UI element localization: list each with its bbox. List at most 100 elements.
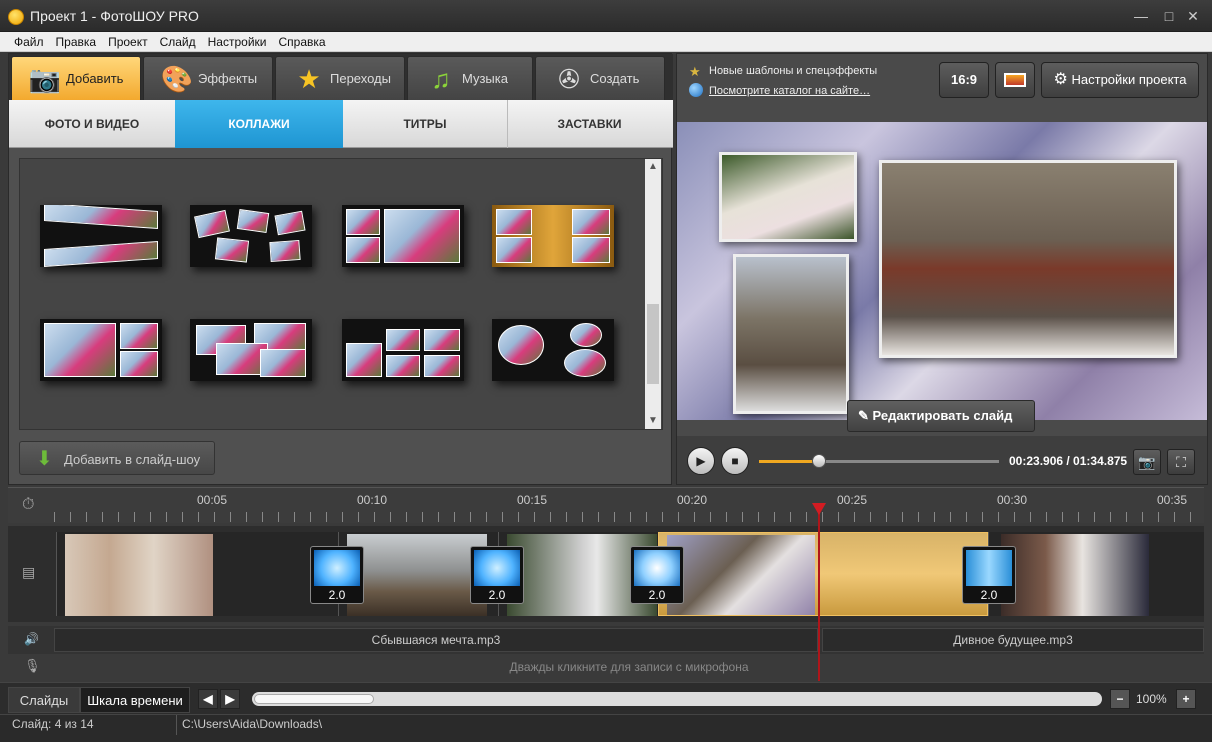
- sub-tabs: ФОТО И ВИДЕО КОЛЛАЖИ ТИТРЫ ЗАСТАВКИ: [9, 100, 673, 148]
- speaker-icon: 🔊: [24, 632, 39, 646]
- transition-duration: 2.0: [488, 588, 506, 602]
- left-panel: 📷 Добавить 🎨 Эффекты ★ Переходы ♫ Музыка…: [8, 53, 673, 485]
- menu-slide[interactable]: Слайд: [154, 32, 202, 52]
- transition-thumb[interactable]: 2.0: [470, 546, 524, 604]
- photo-bride-bouquet: [719, 152, 857, 242]
- collage-template[interactable]: [40, 319, 162, 381]
- minimize-button[interactable]: —: [1130, 6, 1152, 26]
- tab-timeline[interactable]: Шкала времени: [80, 687, 190, 713]
- zoom-in-button[interactable]: +: [1176, 689, 1196, 709]
- timeline-scrollbar[interactable]: [252, 692, 1102, 706]
- project-settings-button[interactable]: ⚙ Настройки проекта: [1041, 62, 1199, 98]
- tab-create[interactable]: ✇ Создать: [535, 56, 665, 100]
- ruler-label: 00:10: [357, 493, 388, 507]
- tab-slides[interactable]: Слайды: [8, 687, 80, 713]
- collage-template[interactable]: [40, 205, 162, 267]
- globe-icon: [689, 83, 703, 97]
- maximize-button[interactable]: □: [1158, 6, 1180, 26]
- timecode: 00:23.906 / 01:34.875: [1009, 454, 1128, 468]
- audio-clip[interactable]: Дивное будущее.mp3: [822, 628, 1204, 652]
- slide-counter: Слайд: 4 из 14: [12, 717, 94, 731]
- ruler-label: 00:30: [997, 493, 1028, 507]
- star-icon: ★: [297, 63, 321, 94]
- transition-duration: 2.0: [328, 588, 346, 602]
- collage-gallery: [19, 158, 663, 430]
- transition-thumb[interactable]: 2.0: [310, 546, 364, 604]
- timeline-scroll-thumb[interactable]: [254, 694, 374, 704]
- audio-clip[interactable]: Сбывшаяся мечта.mp3: [54, 628, 818, 652]
- gallery-scrollbar[interactable]: ▲ ▼: [645, 159, 661, 429]
- collage-template[interactable]: [342, 205, 464, 267]
- tab-label: Переходы: [330, 71, 391, 86]
- zoom-level: 100%: [1136, 692, 1167, 706]
- seek-bar[interactable]: [759, 454, 999, 468]
- menu-bar: Файл Правка Проект Слайд Настройки Справка: [0, 32, 1212, 52]
- mic-track[interactable]: 🎙 Дважды кликните для записи с микрофона: [8, 654, 1204, 680]
- timeline-slide[interactable]: [56, 532, 338, 616]
- subtab-intros[interactable]: ЗАСТАВКИ: [507, 100, 671, 148]
- background-button[interactable]: [995, 62, 1035, 98]
- timeline-ruler[interactable]: ⏱ 00:05 00:10 00:15 00:20 00:25 00:30 00…: [8, 487, 1204, 523]
- collage-template[interactable]: [342, 319, 464, 381]
- scroll-down-icon[interactable]: ▼: [648, 415, 658, 426]
- catalog-link[interactable]: Посмотрите каталог на сайте…: [709, 85, 870, 97]
- transition-thumb[interactable]: 2.0: [630, 546, 684, 604]
- tab-add[interactable]: 📷 Добавить: [11, 56, 141, 100]
- preview-panel: ★ Новые шаблоны и спецэффекты Посмотрите…: [676, 53, 1208, 485]
- title-bar: Проект 1 - ФотоШОУ PRO — □ ✕: [0, 0, 1212, 32]
- menu-help[interactable]: Справка: [272, 32, 331, 52]
- film-reel-icon: ✇: [558, 63, 580, 94]
- collage-template[interactable]: [492, 319, 614, 381]
- zoom-out-button[interactable]: −: [1110, 689, 1130, 709]
- playhead[interactable]: [818, 505, 820, 681]
- menu-edit[interactable]: Правка: [50, 32, 103, 52]
- transition-thumb[interactable]: 2.0: [962, 546, 1016, 604]
- scroll-up-icon[interactable]: ▲: [648, 161, 658, 172]
- seek-handle[interactable]: [812, 454, 826, 468]
- photo-church-couple: [733, 254, 849, 414]
- play-button[interactable]: ▶: [687, 447, 715, 475]
- video-track: ▤ 2.0 2.0 2.0 2.0: [8, 526, 1204, 622]
- stop-button[interactable]: ■: [721, 447, 749, 475]
- star-icon: ★: [689, 64, 701, 79]
- scroll-right-button[interactable]: ▶: [220, 689, 240, 709]
- edit-slide-label: Редактировать слайд: [872, 408, 1013, 423]
- edit-slide-button[interactable]: ✎ Редактировать слайд: [847, 400, 1035, 432]
- timeline-slide-selected[interactable]: [658, 532, 988, 616]
- photo-church-entrance: [879, 160, 1177, 358]
- menu-settings[interactable]: Настройки: [202, 32, 273, 52]
- ruler-label: 00:35: [1157, 493, 1188, 507]
- subtab-collages[interactable]: КОЛЛАЖИ: [175, 100, 343, 148]
- arrow-left-icon: ◀: [203, 692, 213, 706]
- snapshot-button[interactable]: 📷: [1133, 449, 1161, 475]
- fullscreen-button[interactable]: ⛶: [1167, 449, 1195, 475]
- collage-template[interactable]: [190, 205, 312, 267]
- ruler-ticks: [54, 512, 1204, 522]
- scroll-thumb[interactable]: [647, 304, 659, 384]
- menu-file[interactable]: Файл: [8, 32, 50, 52]
- collage-template[interactable]: [190, 319, 312, 381]
- menu-project[interactable]: Проект: [102, 32, 154, 52]
- arrow-down-icon: ⬇: [36, 448, 53, 470]
- tab-music[interactable]: ♫ Музыка: [407, 56, 533, 100]
- collage-template[interactable]: [492, 205, 614, 267]
- subtab-titles[interactable]: ТИТРЫ: [343, 100, 507, 148]
- microphone-icon: 🎙: [24, 658, 41, 673]
- camera-icon: 📷: [28, 63, 62, 94]
- play-icon: ▶: [696, 454, 706, 468]
- scroll-left-button[interactable]: ◀: [198, 689, 218, 709]
- add-to-slideshow-button[interactable]: ⬇ Добавить в слайд-шоу: [19, 441, 215, 475]
- stop-icon: ■: [731, 454, 739, 468]
- timeline-slide[interactable]: [988, 532, 1204, 616]
- pencil-icon: ✎: [858, 408, 869, 423]
- tab-transitions[interactable]: ★ Переходы: [275, 56, 405, 100]
- aspect-ratio-button[interactable]: 16:9: [939, 62, 989, 98]
- tab-effects[interactable]: 🎨 Эффекты: [143, 56, 273, 100]
- ruler-label: 00:20: [677, 493, 708, 507]
- subtab-photo-video[interactable]: ФОТО И ВИДЕО: [9, 100, 175, 148]
- fullscreen-icon: ⛶: [1176, 454, 1186, 470]
- window-title: Проект 1 - ФотоШОУ PRO: [30, 8, 199, 24]
- slide-preview: [677, 122, 1207, 420]
- player-controls: ▶ ■ 00:23.906 / 01:34.875 📷 ⛶: [677, 436, 1207, 484]
- close-button[interactable]: ✕: [1182, 6, 1204, 26]
